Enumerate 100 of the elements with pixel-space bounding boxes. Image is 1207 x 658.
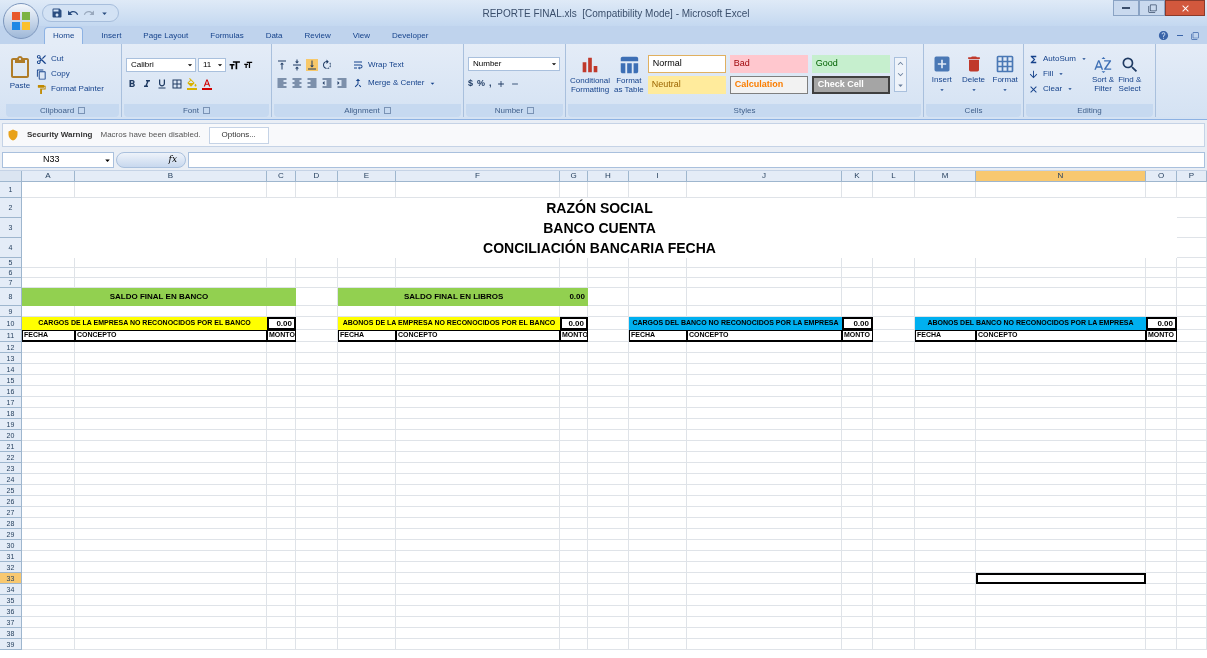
align-right-icon[interactable] <box>306 77 318 89</box>
number-style-button[interactable]: $ <box>468 77 473 91</box>
options-button[interactable]: Options... <box>208 126 269 144</box>
autosum-button[interactable]: AutoSum <box>1028 53 1088 65</box>
restore-button[interactable] <box>1139 0 1165 16</box>
column-header[interactable]: D <box>296 171 338 182</box>
format-painter-button[interactable]: Format Painter <box>36 83 104 95</box>
save-icon[interactable] <box>51 7 63 19</box>
conditional-formatting-button[interactable]: Conditional Formatting <box>570 54 611 94</box>
column-header[interactable]: G <box>560 171 588 182</box>
decrease-indent-icon[interactable] <box>321 77 333 89</box>
font-name-dropdown[interactable]: Calibri <box>126 58 196 72</box>
align-left-icon[interactable] <box>276 77 288 89</box>
paint-roller-icon <box>36 83 47 95</box>
ribbon-tab[interactable]: Home <box>44 27 84 44</box>
column-header[interactable]: O <box>1146 171 1177 182</box>
number-style-button[interactable]: % <box>477 77 486 91</box>
ribbon-tab[interactable]: Insert <box>97 27 126 44</box>
scissors-icon <box>36 53 47 65</box>
title-text: BANCO CUENTA <box>543 218 656 238</box>
wrap-text-button[interactable]: Wrap Text <box>352 59 438 71</box>
group-label: Clipboard <box>39 104 75 117</box>
column-header[interactable]: L <box>873 171 915 182</box>
name-box[interactable]: N33 <box>2 152 114 168</box>
number-format-dropdown[interactable]: Number <box>468 57 560 72</box>
shield-icon <box>7 129 19 141</box>
column-header[interactable]: F <box>396 171 560 182</box>
align-center-icon[interactable] <box>291 77 303 89</box>
restore-icon[interactable] <box>1191 31 1199 40</box>
select-all-button[interactable] <box>0 171 22 182</box>
down-arrow-icon <box>1028 68 1039 80</box>
minimize-button[interactable] <box>1113 0 1139 16</box>
close-button[interactable] <box>1165 0 1205 16</box>
ribbon-tab[interactable]: View <box>348 27 374 44</box>
column-header[interactable]: M <box>915 171 976 182</box>
dialog-launcher-icon[interactable] <box>203 107 210 114</box>
borders-icon[interactable] <box>171 78 183 90</box>
bottom-align-icon[interactable] <box>306 59 318 71</box>
cut-button[interactable]: Cut <box>36 53 104 65</box>
cells-button[interactable]: Insert <box>928 54 956 94</box>
middle-align-icon[interactable] <box>291 59 303 71</box>
dialog-launcher-icon[interactable] <box>527 107 535 114</box>
total-cell: 0.00 <box>560 317 588 330</box>
bad-style[interactable]: Bad <box>729 54 808 73</box>
number-style-button[interactable]: , <box>489 77 492 91</box>
clipboard-icon <box>8 56 32 80</box>
security-warning-message: Macros have been disabled. <box>100 129 201 141</box>
column-header[interactable]: I <box>629 171 687 182</box>
increase-indent-icon[interactable] <box>336 77 348 89</box>
ribbon-tab[interactable]: Developer <box>388 27 433 44</box>
paste-button[interactable]: Paste <box>8 56 32 92</box>
font-color-icon[interactable] <box>201 78 213 90</box>
ribbon-tab[interactable]: Review <box>300 27 335 44</box>
normal-style[interactable]: Normal <box>647 54 726 73</box>
group-label: Number <box>494 104 524 117</box>
group-label: Font <box>183 104 199 117</box>
wrap-icon <box>352 59 364 71</box>
total-cell: 0.00 <box>842 317 873 330</box>
active-cell[interactable] <box>976 573 1146 584</box>
clear-button[interactable]: Clear <box>1028 83 1088 95</box>
neutral-style[interactable]: Neutral <box>647 75 726 94</box>
find-select-button[interactable]: Find & Select <box>1118 55 1142 93</box>
good-style[interactable]: Good <box>811 54 890 73</box>
column-header[interactable]: C <box>267 171 296 182</box>
column-header[interactable]: E <box>338 171 396 182</box>
rotate-icon[interactable] <box>321 59 333 71</box>
ribbon-tab[interactable]: Page Layout <box>139 27 193 44</box>
column-header[interactable]: A <box>22 171 75 182</box>
dialog-launcher-icon[interactable] <box>78 107 86 114</box>
column-header[interactable]: N <box>976 171 1146 182</box>
grid-icon <box>995 54 1016 74</box>
column-header[interactable]: J <box>687 171 842 182</box>
function-button[interactable]: fx <box>116 152 186 168</box>
sort-icon <box>1093 55 1113 75</box>
merge-center-button[interactable]: Merge & Center <box>352 77 438 89</box>
group-label: Styles <box>733 104 756 117</box>
column-header[interactable]: P <box>1177 171 1207 182</box>
fill-button[interactable]: Fill <box>1028 68 1088 80</box>
column-header[interactable]: B <box>75 171 267 182</box>
copy-button[interactable]: Copy <box>36 68 104 80</box>
column-header[interactable]: K <box>842 171 873 182</box>
cells-button[interactable]: Format <box>991 54 1019 94</box>
cells-button[interactable]: Delete <box>959 54 988 94</box>
ribbon-tab[interactable]: Data <box>261 27 287 44</box>
dialog-launcher-icon[interactable] <box>383 107 391 114</box>
top-align-icon[interactable] <box>276 59 288 71</box>
underline-icon[interactable] <box>156 78 168 90</box>
font-size-dropdown[interactable]: 11 <box>198 58 226 72</box>
format-table-button[interactable]: Format as Table <box>614 54 644 94</box>
column-header[interactable]: H <box>588 171 629 182</box>
help-icon[interactable] <box>1158 30 1169 41</box>
formula-input[interactable] <box>188 152 1205 168</box>
group-label: Alignment <box>344 104 380 117</box>
ribbon-tab[interactable]: Formulas <box>206 27 248 44</box>
merge-icon <box>352 77 364 89</box>
group-label: Editing <box>1077 104 1102 117</box>
italic-icon[interactable] <box>141 78 153 90</box>
grow-font-icon[interactable] <box>228 58 241 72</box>
shrink-font-icon[interactable] <box>243 60 253 70</box>
sort-filter-button[interactable]: Sort & Filter <box>1091 55 1115 93</box>
